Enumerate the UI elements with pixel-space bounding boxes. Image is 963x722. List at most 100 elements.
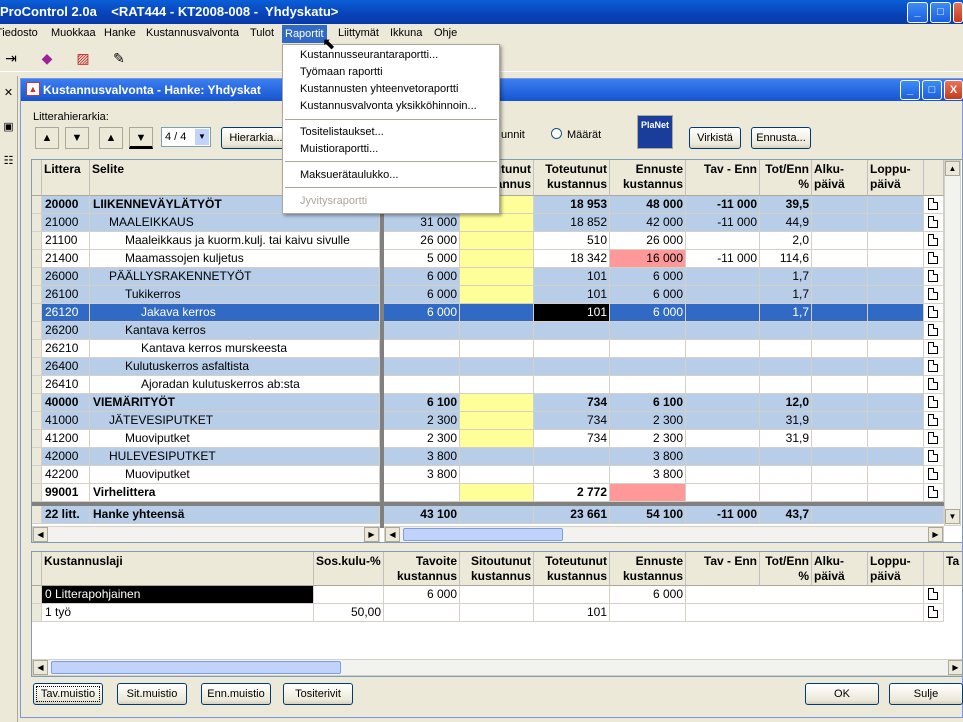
tavenn-cell[interactable] (686, 322, 760, 340)
enn-cell[interactable]: 48 000 (610, 196, 686, 214)
main-left-hscrollbar[interactable]: ◀ ▶ (32, 526, 380, 542)
loppu-cell[interactable] (868, 448, 924, 466)
radio-maarat[interactable] (551, 128, 562, 139)
document-icon[interactable] (928, 360, 938, 372)
totenn-cell[interactable]: 1,7 (760, 268, 812, 286)
alku-cell[interactable] (812, 268, 868, 286)
enn-cell[interactable]: 6 000 (610, 304, 686, 322)
tot-cell[interactable]: 18 342 (534, 250, 610, 268)
enn-cell[interactable]: 26 000 (610, 232, 686, 250)
tavenn-cell[interactable]: -11 000 (686, 214, 760, 232)
sit-cell[interactable] (460, 604, 534, 622)
selite-cell[interactable]: PÄÄLLYSRAKENNETYÖT (90, 268, 380, 286)
tavenn-cell[interactable] (686, 376, 760, 394)
tot-cell[interactable]: 101 (534, 286, 610, 304)
tavenn-cell[interactable]: -11 000 (686, 196, 760, 214)
col-header-loppu[interactable]: Loppu- päivä (868, 552, 924, 586)
row-selector[interactable] (32, 268, 42, 286)
col-header-ennuste[interactable]: Ennuste kustannus (610, 160, 686, 196)
doc-cell[interactable] (924, 466, 944, 484)
tav-cell[interactable]: 6 000 (384, 286, 460, 304)
tot-cell[interactable]: 734 (534, 412, 610, 430)
row-selector[interactable] (32, 214, 42, 232)
tot-cell[interactable]: 101 (534, 268, 610, 286)
sit-cell[interactable] (460, 286, 534, 304)
alku-cell[interactable] (812, 214, 868, 232)
document-icon[interactable] (928, 342, 938, 354)
selite-cell[interactable]: JÄTEVESIPUTKET (90, 412, 380, 430)
sit-cell[interactable] (460, 430, 534, 448)
alku-cell[interactable] (812, 286, 868, 304)
enn-cell[interactable]: 6 000 (610, 586, 686, 604)
littera-cell[interactable]: 26120 (42, 304, 90, 322)
alku-cell[interactable] (812, 322, 868, 340)
selite-cell[interactable]: Kantava kerros (90, 322, 380, 340)
enn-muistio-button[interactable]: Enn.muistio (201, 683, 271, 705)
cost-type-grid[interactable]: Kustannuslaji Sos.kulu-% Tavoite kustannus… (31, 551, 963, 677)
littera-cell[interactable]: 26210 (42, 340, 90, 358)
minimize-button[interactable]: _ (907, 2, 928, 23)
enn-cell[interactable]: 3 800 (610, 466, 686, 484)
tav-cell[interactable]: 2 300 (384, 412, 460, 430)
menu-item-memo-report[interactable]: Muistioraportti... (300, 143, 378, 155)
doc-cell[interactable] (924, 196, 944, 214)
selite-cell[interactable]: Ajoradan kulutuskerros ab:sta (90, 376, 380, 394)
totenn-cell[interactable] (760, 376, 812, 394)
tot-cell[interactable] (534, 322, 610, 340)
selite-cell[interactable]: VIEMÄRITYÖT (90, 394, 380, 412)
loppu-cell[interactable] (868, 484, 924, 502)
loppu-cell[interactable] (868, 358, 924, 376)
selite-cell[interactable]: Maamassojen kuljetus (90, 250, 380, 268)
tav-cell[interactable] (384, 604, 460, 622)
child-minimize-button[interactable]: _ (900, 80, 920, 100)
child-close-button[interactable]: X (944, 80, 963, 100)
scroll-left-icon[interactable]: ◀ (385, 527, 400, 542)
tot-cell[interactable]: 18 852 (534, 214, 610, 232)
doc-cell[interactable] (924, 340, 944, 358)
scroll-down-icon[interactable]: ▼ (945, 509, 960, 524)
doc-cell[interactable] (924, 250, 944, 268)
selite-cell[interactable]: MAALEIKKAUS (90, 214, 380, 232)
hierarchy-button[interactable]: Hierarkia... (221, 127, 291, 149)
ok-button[interactable]: OK (805, 683, 879, 705)
totenn-cell[interactable]: 12,0 (760, 394, 812, 412)
row-selector[interactable] (32, 448, 42, 466)
doc-cell[interactable] (924, 232, 944, 250)
littera-cell[interactable]: 99001 (42, 484, 90, 502)
tot-cell[interactable]: 101 (534, 604, 610, 622)
alku-cell[interactable] (812, 394, 868, 412)
tav-muistio-button[interactable]: Tav.muistio (33, 683, 103, 705)
tavenn-cell[interactable] (686, 412, 760, 430)
littera-cell[interactable]: 41000 (42, 412, 90, 430)
tavenn-cell[interactable] (686, 484, 760, 502)
doc-cell[interactable] (924, 412, 944, 430)
tav-cell[interactable] (384, 358, 460, 376)
totenn-cell[interactable]: 1,7 (760, 286, 812, 304)
alku-cell[interactable] (812, 358, 868, 376)
doc-cell[interactable] (924, 394, 944, 412)
doc-cell[interactable] (924, 448, 944, 466)
loppu-cell[interactable] (868, 232, 924, 250)
sos-cell[interactable] (314, 586, 384, 604)
enn-cell[interactable]: 6 000 (610, 286, 686, 304)
doc-cell[interactable] (924, 304, 944, 322)
enn-cell[interactable]: 42 000 (610, 214, 686, 232)
totenn-cell[interactable] (760, 466, 812, 484)
totenn-cell[interactable]: 39,5 (760, 196, 812, 214)
main-right-hscrollbar[interactable]: ◀ ▶ (384, 526, 944, 542)
document-icon[interactable] (928, 450, 938, 462)
selite-cell[interactable]: Muoviputket (90, 466, 380, 484)
close-button[interactable] (953, 2, 963, 23)
scroll-up-icon[interactable]: ▲ (945, 161, 960, 176)
col-header-toteutunut[interactable]: Toteutunut kustannus (534, 160, 610, 196)
document-icon[interactable] (928, 288, 938, 300)
menu-item-summary-report[interactable]: Kustannusten yhteenvetoraportti (300, 83, 458, 95)
level-down2-icon[interactable]: ▼ (129, 127, 153, 149)
tav-cell[interactable]: 6 000 (384, 304, 460, 322)
tav-cell[interactable]: 3 800 (384, 466, 460, 484)
selite-cell[interactable]: Maaleikkaus ja kuorm.kulj. tai kaivu siv… (90, 232, 380, 250)
loppu-cell[interactable] (868, 214, 924, 232)
row-selector[interactable] (32, 340, 42, 358)
totenn-cell[interactable]: 44,9 (760, 214, 812, 232)
tavenn-cell[interactable] (686, 232, 760, 250)
